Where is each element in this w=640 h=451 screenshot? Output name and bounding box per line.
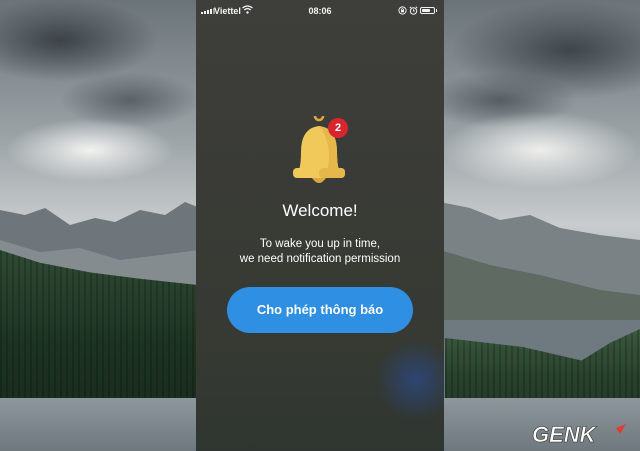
battery-level xyxy=(422,9,431,12)
status-bar: Viettel 08:06 xyxy=(196,0,444,22)
permission-message-line: we need notification permission xyxy=(239,253,401,265)
lock-rotation-icon xyxy=(398,6,407,15)
alarm-icon xyxy=(409,6,418,15)
permission-message: To wake you up in time, we need notifica… xyxy=(196,237,444,267)
notification-badge: 2 xyxy=(328,118,348,138)
battery-icon xyxy=(420,7,437,14)
permission-message-line: To wake you up in time, xyxy=(259,238,381,250)
genk-logo: GENK xyxy=(532,422,626,447)
forest-right xyxy=(445,329,640,410)
welcome-title: Welcome! xyxy=(282,201,358,220)
phone-screen: Viettel 08:06 2 Welcome! To wake you up … xyxy=(196,0,444,451)
logo-text: GENK xyxy=(532,422,598,447)
allow-notifications-button[interactable]: Cho phép thông báo xyxy=(227,287,413,333)
